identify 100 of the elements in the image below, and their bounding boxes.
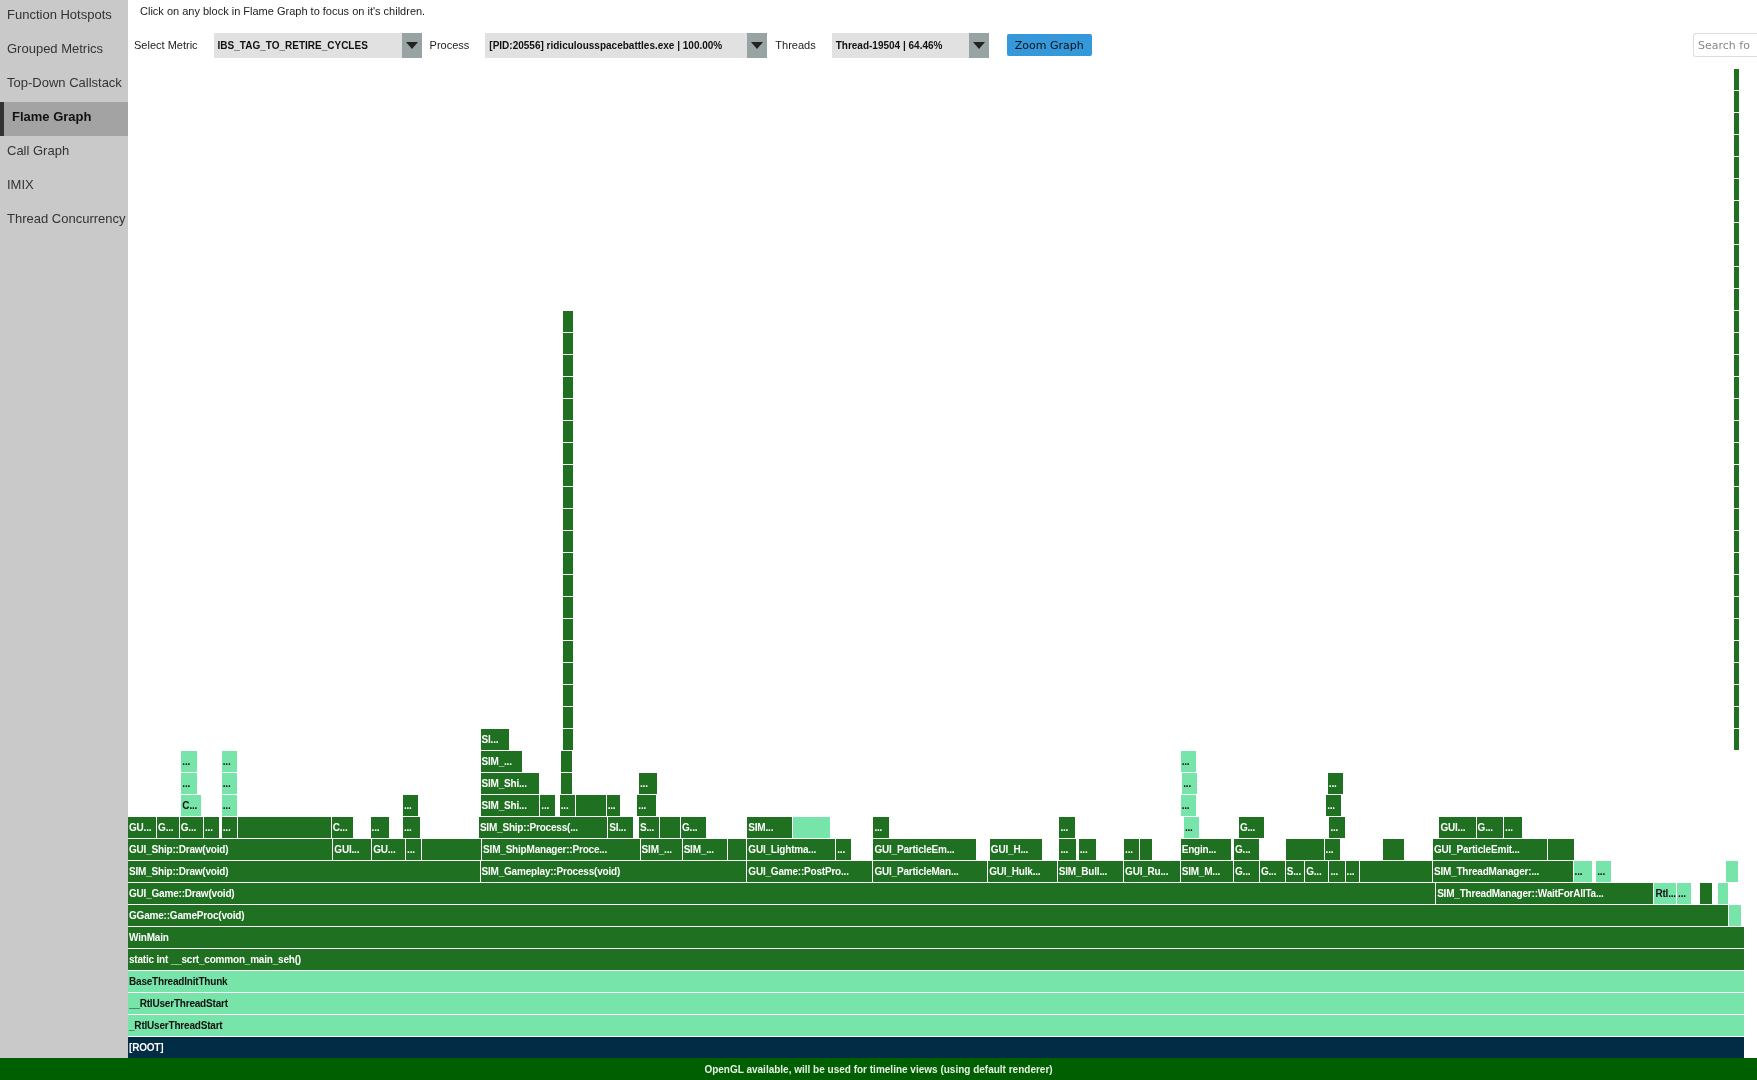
flame-block[interactable] (1285, 839, 1325, 860)
flame-block[interactable]: GUI... (1439, 817, 1477, 838)
flame-block[interactable]: [ROOT] (128, 1037, 1745, 1058)
flame-block[interactable]: ... (221, 773, 238, 794)
flame-block[interactable]: SIM_... (682, 839, 728, 860)
flame-block[interactable]: C... (331, 817, 355, 838)
flame-block[interactable]: SIM_Bull... (1057, 861, 1125, 882)
flame-block[interactable]: ... (1059, 817, 1076, 838)
sidebar-item[interactable]: Flame Graph (0, 102, 128, 136)
flame-block[interactable] (1733, 311, 1741, 332)
flame-block[interactable]: SI... (608, 817, 635, 838)
flame-block[interactable] (562, 707, 575, 728)
flame-block[interactable] (561, 751, 573, 772)
flame-block[interactable]: BaseThreadInitThunk (128, 971, 1745, 992)
flame-block[interactable] (575, 795, 607, 816)
flame-block[interactable] (1547, 839, 1576, 860)
flame-block[interactable] (1733, 487, 1741, 508)
flame-block[interactable] (1733, 641, 1741, 662)
flame-block[interactable] (562, 311, 575, 332)
flame-block[interactable]: G... (1259, 861, 1286, 882)
flame-block[interactable]: SIM_... (640, 839, 683, 860)
flame-block[interactable]: ... (1327, 773, 1344, 794)
flame-block[interactable] (1733, 289, 1741, 310)
flame-block[interactable]: _RtlUserThreadStart (128, 1015, 1745, 1036)
flame-block[interactable] (561, 773, 573, 794)
flame-block[interactable]: SIM_M... (1180, 861, 1234, 882)
flame-block[interactable]: ... (1329, 861, 1346, 882)
flame-block[interactable]: SI... (480, 729, 510, 750)
flame-block[interactable]: ... (1504, 817, 1524, 838)
flame-block[interactable] (1733, 91, 1741, 112)
flame-block[interactable]: Rtl... (1654, 883, 1678, 904)
flame-block[interactable]: ... (1677, 883, 1692, 904)
flame-block[interactable]: GUI_Lightma... (747, 839, 837, 860)
flame-block[interactable]: ... (638, 773, 659, 794)
flame-block[interactable]: ... (1180, 751, 1197, 772)
flame-block[interactable]: G... (1476, 817, 1505, 838)
zoom-button[interactable]: Zoom Graph (1006, 34, 1092, 56)
flame-block[interactable]: G... (179, 817, 204, 838)
flame-block[interactable]: ... (221, 751, 238, 772)
flame-block[interactable]: static int __scrt_common_main_seh() (128, 949, 1745, 970)
flame-block[interactable]: GUI_Ship::Draw(void) (128, 839, 334, 860)
flame-block[interactable] (1733, 179, 1741, 200)
dropdown[interactable]: [PID:20556] ridiculousspacebattles.exe | 100.00% (485, 32, 768, 58)
flame-block[interactable]: GUI... (333, 839, 373, 860)
flame-block[interactable] (1733, 157, 1741, 178)
flame-block[interactable] (562, 333, 575, 354)
sidebar-item[interactable]: Function Hotspots (0, 0, 128, 34)
flame-block[interactable]: ... (1326, 795, 1343, 816)
flame-block[interactable]: ... (181, 751, 198, 772)
flame-block[interactable] (1733, 135, 1741, 156)
flame-block[interactable]: ... (836, 839, 853, 860)
flame-block[interactable] (1733, 201, 1741, 222)
flame-block[interactable] (562, 509, 575, 530)
flame-block[interactable]: ... (1180, 795, 1197, 816)
flame-block[interactable] (237, 817, 332, 838)
flame-block[interactable]: ... (181, 773, 198, 794)
flame-block[interactable]: GUI_Hulk... (988, 861, 1058, 882)
flame-block[interactable]: ... (406, 839, 423, 860)
flame-block[interactable] (1733, 377, 1741, 398)
flame-block[interactable] (1382, 839, 1406, 860)
flame-block[interactable]: GU... (128, 817, 158, 838)
flame-block[interactable] (1733, 685, 1741, 706)
flame-block[interactable]: ... (1183, 817, 1201, 838)
flame-block[interactable]: Engin... (1180, 839, 1233, 860)
flame-block[interactable]: WinMain (128, 927, 1745, 948)
flame-block[interactable]: SIM_ThreadManager::WaitForAllTa... (1436, 883, 1655, 904)
flame-block[interactable]: ... (1329, 817, 1346, 838)
flame-block[interactable]: SIM_Gameplay::Process(void) (480, 861, 748, 882)
dropdown[interactable]: Thread-19504 | 64.46% (831, 32, 989, 58)
flame-block[interactable] (1733, 267, 1741, 288)
flame-block[interactable]: ... (873, 817, 890, 838)
flame-block[interactable]: GUI_ParticleEmit... (1432, 839, 1548, 860)
flame-block[interactable] (562, 355, 575, 376)
flame-block[interactable]: GUI_H... (989, 839, 1044, 860)
flame-block[interactable]: G... (1234, 839, 1260, 860)
flame-block[interactable] (1733, 509, 1741, 530)
flame-block[interactable]: SIM... (747, 817, 793, 838)
flame-block[interactable]: __RtlUserThreadStart (128, 993, 1745, 1014)
flame-block[interactable]: ... (1596, 861, 1613, 882)
flame-block[interactable] (1733, 421, 1741, 442)
flame-block[interactable] (562, 465, 575, 486)
flame-block[interactable]: SIM_Shi... (480, 795, 541, 816)
flame-block[interactable] (1733, 597, 1741, 618)
flame-block[interactable]: GUI_ParticleMan... (873, 861, 989, 882)
flame-block[interactable] (1733, 333, 1741, 354)
flame-block[interactable] (1699, 883, 1713, 904)
sidebar-item[interactable]: IMIX (0, 170, 128, 204)
flame-block[interactable] (1733, 553, 1741, 574)
flame-block[interactable]: G... (681, 817, 707, 838)
flame-block[interactable] (562, 421, 575, 442)
flame-block[interactable] (562, 729, 575, 750)
flame-block[interactable]: ... (221, 817, 238, 838)
flame-block[interactable] (562, 663, 575, 684)
flame-block[interactable] (1733, 663, 1741, 684)
flame-block[interactable]: GUI_Game::PostPro... (747, 861, 874, 882)
flame-block[interactable] (562, 575, 575, 596)
sidebar-item[interactable]: Call Graph (0, 136, 128, 170)
flame-block[interactable] (1733, 531, 1741, 552)
flame-block[interactable]: ... (559, 795, 576, 816)
flame-block[interactable] (1733, 113, 1741, 134)
